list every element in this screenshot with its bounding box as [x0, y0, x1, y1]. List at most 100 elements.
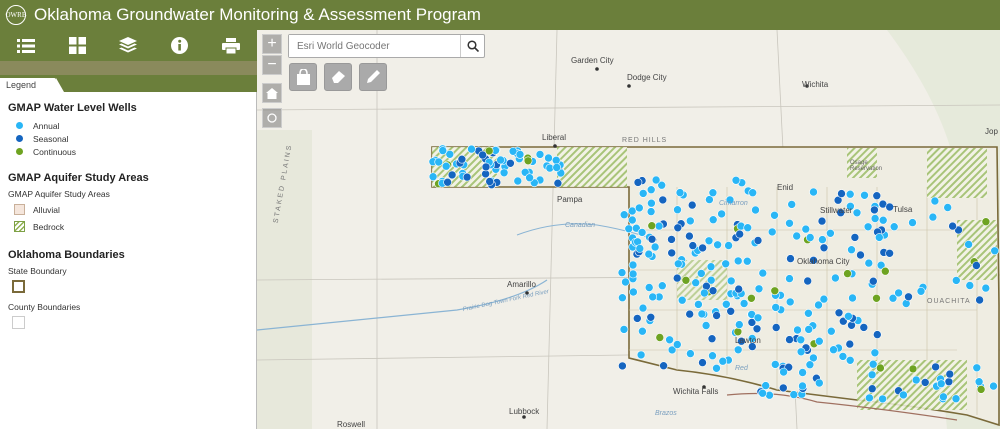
well-marker[interactable] [818, 235, 827, 244]
well-marker[interactable] [785, 335, 794, 344]
well-marker[interactable] [638, 303, 648, 313]
well-marker[interactable] [874, 233, 884, 242]
well-marker[interactable] [696, 269, 706, 278]
well-marker[interactable] [789, 390, 799, 399]
well-marker[interactable] [796, 335, 806, 345]
well-marker[interactable] [981, 217, 991, 226]
well-marker[interactable] [771, 323, 781, 332]
well-marker[interactable] [844, 311, 853, 321]
well-marker[interactable] [826, 326, 836, 336]
well-marker[interactable] [739, 299, 749, 308]
well-marker[interactable] [638, 189, 648, 198]
well-marker[interactable] [672, 340, 682, 349]
well-marker[interactable] [859, 323, 869, 332]
well-marker[interactable] [889, 222, 899, 231]
well-marker[interactable] [513, 176, 523, 186]
well-marker[interactable] [644, 249, 654, 259]
well-marker[interactable] [619, 325, 629, 334]
well-marker[interactable] [686, 349, 695, 358]
well-marker[interactable] [552, 163, 562, 172]
well-marker[interactable] [761, 381, 771, 390]
well-marker[interactable] [506, 159, 515, 168]
well-marker[interactable] [974, 377, 984, 387]
well-marker[interactable] [819, 243, 829, 253]
grid-icon[interactable] [64, 33, 90, 59]
well-marker[interactable] [779, 367, 788, 377]
well-marker[interactable] [793, 325, 802, 335]
well-marker[interactable] [629, 287, 638, 297]
well-marker[interactable] [767, 227, 777, 237]
well-marker[interactable] [627, 206, 637, 216]
search-input[interactable] [289, 35, 459, 57]
well-marker[interactable] [989, 381, 998, 391]
well-marker[interactable] [976, 385, 986, 394]
well-marker[interactable] [930, 196, 940, 206]
well-marker[interactable] [911, 375, 921, 385]
well-marker[interactable] [657, 281, 667, 290]
list-icon[interactable] [13, 33, 39, 59]
well-marker[interactable] [829, 345, 838, 355]
well-marker[interactable] [525, 173, 534, 182]
well-marker[interactable] [499, 168, 509, 178]
well-marker[interactable] [721, 299, 731, 309]
well-marker[interactable] [758, 388, 767, 398]
well-marker[interactable] [936, 379, 946, 389]
well-marker[interactable] [747, 293, 756, 303]
well-marker[interactable] [753, 236, 763, 245]
well-marker[interactable] [754, 284, 764, 294]
well-marker[interactable] [814, 378, 824, 388]
well-marker[interactable] [733, 256, 743, 266]
well-marker[interactable] [675, 188, 685, 197]
well-marker[interactable] [804, 308, 813, 318]
well-marker[interactable] [865, 393, 874, 403]
well-marker[interactable] [990, 246, 1000, 256]
well-marker[interactable] [870, 205, 879, 215]
well-marker[interactable] [814, 300, 823, 310]
well-marker[interactable] [685, 231, 694, 241]
well-marker[interactable] [717, 209, 726, 219]
well-marker[interactable] [868, 359, 878, 369]
well-marker[interactable] [726, 276, 736, 286]
well-marker[interactable] [951, 394, 961, 404]
well-marker[interactable] [786, 254, 795, 263]
well-marker[interactable] [856, 250, 865, 260]
well-marker[interactable] [619, 210, 629, 219]
well-marker[interactable] [981, 283, 991, 293]
well-marker[interactable] [647, 221, 657, 230]
well-marker[interactable] [721, 259, 731, 269]
well-marker[interactable] [852, 208, 862, 218]
well-marker[interactable] [672, 273, 682, 283]
well-marker[interactable] [817, 216, 827, 226]
well-marker[interactable] [850, 233, 860, 242]
well-marker[interactable] [801, 224, 811, 234]
well-marker[interactable] [964, 240, 973, 249]
well-marker[interactable] [632, 314, 642, 323]
well-marker[interactable] [863, 222, 873, 232]
locate-button[interactable] [262, 108, 282, 128]
well-marker[interactable] [646, 312, 656, 322]
tab-legend[interactable]: Legend [0, 78, 64, 92]
well-marker[interactable] [758, 268, 768, 278]
well-marker[interactable] [864, 258, 874, 268]
well-marker[interactable] [535, 150, 545, 159]
well-marker[interactable] [428, 172, 438, 181]
well-marker[interactable] [718, 356, 728, 366]
well-marker[interactable] [770, 211, 779, 220]
well-marker[interactable] [621, 277, 630, 287]
well-marker[interactable] [826, 229, 835, 238]
well-marker[interactable] [637, 228, 647, 237]
well-marker[interactable] [870, 214, 880, 223]
bookmark-tool-button[interactable] [289, 63, 317, 91]
well-marker[interactable] [638, 326, 647, 336]
well-marker[interactable] [650, 242, 660, 252]
well-marker[interactable] [753, 313, 763, 323]
well-marker[interactable] [707, 334, 717, 344]
well-marker[interactable] [870, 348, 880, 358]
info-icon[interactable] [167, 33, 193, 59]
well-marker[interactable] [673, 205, 682, 214]
well-marker[interactable] [634, 203, 644, 213]
well-marker[interactable] [618, 293, 627, 303]
well-marker[interactable] [647, 234, 657, 244]
home-button[interactable] [262, 83, 282, 103]
well-marker[interactable] [478, 150, 487, 160]
